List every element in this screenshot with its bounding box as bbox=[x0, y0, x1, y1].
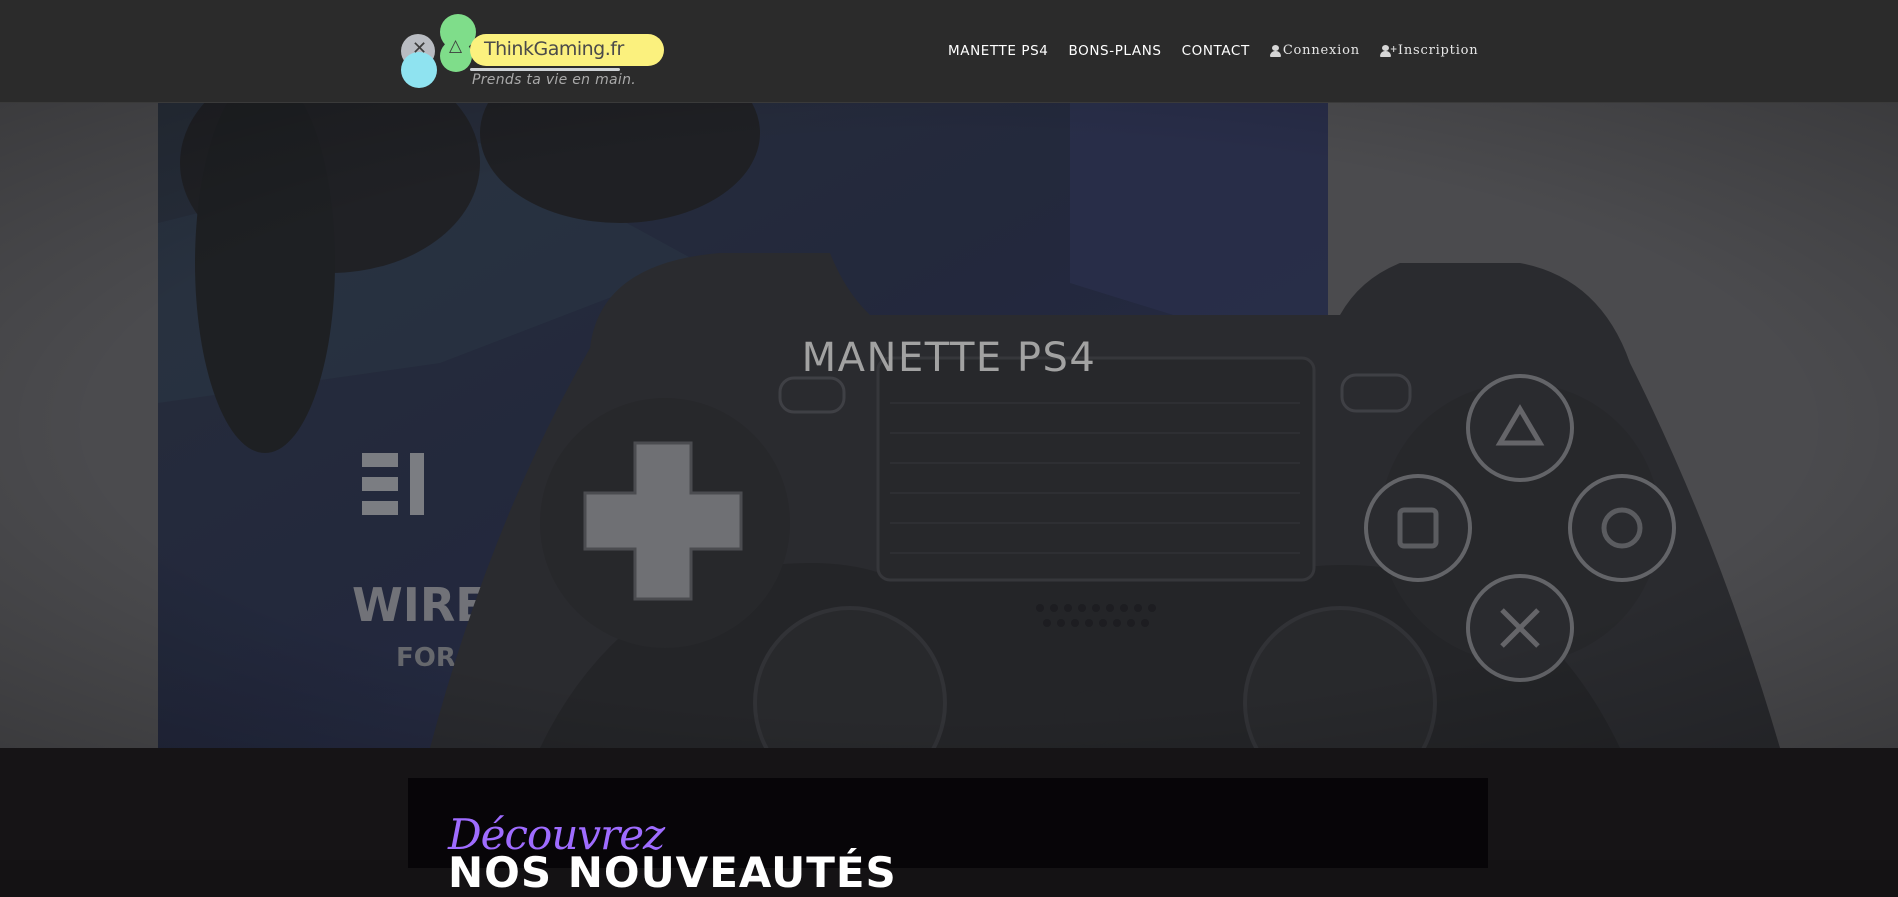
nav-item-manette-ps4[interactable]: Manette PS4 bbox=[948, 43, 1049, 59]
triangle-icon: △ bbox=[449, 36, 463, 56]
hero-banner: WIREL FOR P bbox=[0, 103, 1898, 748]
news-section: Découvrez NOS NOUVEAUTÉS bbox=[0, 748, 1898, 897]
news-box: Découvrez NOS NOUVEAUTÉS bbox=[408, 778, 1488, 897]
news-heading: NOS NOUVEAUTÉS bbox=[448, 848, 897, 897]
logo-underline bbox=[470, 68, 620, 71]
signup-link[interactable]: + Inscription bbox=[1379, 43, 1479, 58]
site-logo[interactable]: ✕ △ ThinkGaming.fr Prends ta vie en main… bbox=[398, 12, 668, 92]
nav-item-bons-plans[interactable]: Bons-Plans bbox=[1069, 43, 1162, 59]
signup-label: Inscription bbox=[1397, 43, 1479, 58]
nav-item-contact[interactable]: Contact bbox=[1182, 43, 1250, 59]
logo-name: ThinkGaming.fr bbox=[484, 38, 624, 60]
login-label: Connexion bbox=[1282, 43, 1360, 58]
hero-controller-image: WIREL FOR P bbox=[0, 103, 1898, 748]
site-header: ✕ △ ThinkGaming.fr Prends ta vie en main… bbox=[0, 0, 1898, 103]
logo-tagline: Prends ta vie en main. bbox=[472, 72, 637, 88]
user-icon bbox=[1269, 44, 1281, 57]
user-plus-icon: + bbox=[1379, 44, 1397, 57]
login-link[interactable]: Connexion bbox=[1269, 43, 1360, 58]
cross-icon: ✕ bbox=[412, 38, 428, 59]
hero-title: MANETTE PS4 bbox=[801, 335, 1097, 381]
main-nav: Manette PS4 Bons-Plans Contact Connexion… bbox=[948, 0, 1478, 101]
